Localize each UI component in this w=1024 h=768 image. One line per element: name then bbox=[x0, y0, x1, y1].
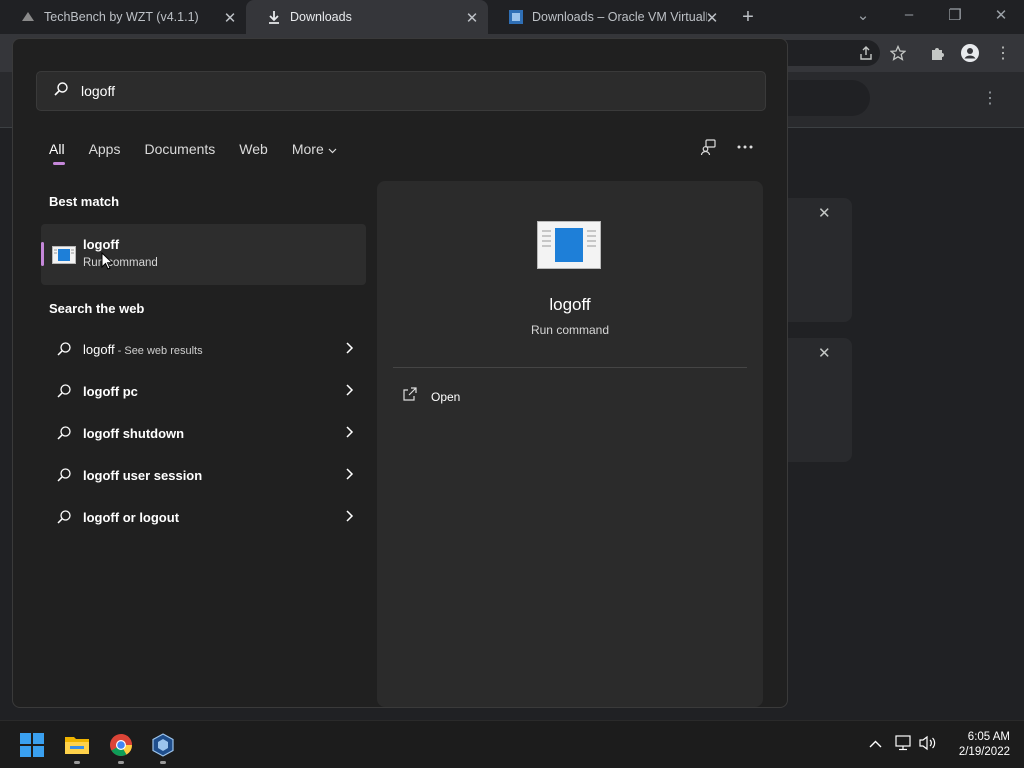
running-indicator bbox=[160, 761, 166, 764]
virtualbox-favicon-icon bbox=[508, 9, 524, 25]
extensions-puzzle-icon[interactable] bbox=[929, 44, 947, 62]
search-icon bbox=[56, 509, 72, 530]
run-command-app-icon bbox=[52, 246, 76, 264]
downloads-menu-icon[interactable]: ⋮ bbox=[982, 88, 998, 108]
result-preview-pane: logoff Run command Open bbox=[377, 181, 763, 707]
web-result-query: logoff user session bbox=[83, 467, 203, 483]
tab-title: TechBench by WZT (v4.1.1) bbox=[44, 10, 199, 24]
web-result-text: logoff - See web results bbox=[83, 342, 203, 357]
search-icon bbox=[56, 383, 72, 404]
chevron-down-icon bbox=[328, 141, 337, 157]
taskbar-clock[interactable]: 6:05 AM 2/19/2022 bbox=[944, 730, 1010, 760]
chevron-right-icon bbox=[344, 509, 354, 528]
network-icon[interactable] bbox=[894, 735, 912, 756]
close-window-button[interactable]: ✕ bbox=[990, 6, 1012, 24]
search-input[interactable]: logoff bbox=[36, 71, 766, 111]
tab-more[interactable]: More bbox=[292, 137, 337, 161]
close-tab-icon[interactable]: ✕ bbox=[464, 9, 480, 27]
web-result-row[interactable]: logoff pc bbox=[41, 371, 366, 411]
open-external-icon bbox=[403, 387, 417, 406]
remove-download-icon[interactable]: ✕ bbox=[818, 344, 831, 362]
best-match-name: logoff bbox=[83, 237, 120, 252]
browser-menu-icon[interactable]: ⋮ bbox=[994, 44, 1012, 62]
browser-tabstrip: TechBench by WZT (v4.1.1) ✕ Downloads ✕ … bbox=[0, 0, 1024, 34]
search-query-text[interactable]: logoff bbox=[81, 83, 115, 99]
search-icon bbox=[56, 425, 72, 446]
chevron-right-icon bbox=[344, 383, 354, 402]
tab-title: Downloads – Oracle VM VirtualBox bbox=[532, 10, 707, 24]
preview-subtitle: Run command bbox=[530, 323, 610, 337]
search-icon bbox=[56, 341, 72, 362]
best-match-type: Run command bbox=[83, 257, 158, 269]
chevron-right-icon bbox=[344, 425, 354, 444]
chevron-right-icon bbox=[344, 341, 354, 360]
taskbar: 6:05 AM 2/19/2022 bbox=[0, 720, 1024, 768]
remove-download-icon[interactable]: ✕ bbox=[818, 204, 831, 222]
download-item-card: ✕ bbox=[788, 198, 852, 322]
selection-indicator bbox=[41, 242, 44, 266]
tab-all[interactable]: All bbox=[49, 137, 65, 165]
preview-title: logoff bbox=[549, 295, 591, 314]
best-match-result[interactable]: logoff Run command bbox=[41, 224, 366, 285]
volume-icon[interactable] bbox=[919, 735, 937, 756]
search-icon bbox=[53, 81, 69, 102]
web-result-row[interactable]: logoff or logout bbox=[41, 497, 366, 537]
search-filter-tabs: All Apps Documents Web More bbox=[49, 137, 361, 165]
preview-divider bbox=[393, 367, 747, 368]
techbench-favicon-icon bbox=[20, 9, 36, 25]
close-tab-icon[interactable]: ✕ bbox=[222, 9, 238, 27]
profile-avatar-icon[interactable] bbox=[961, 44, 979, 62]
run-command-large-icon bbox=[537, 221, 601, 269]
browser-tab-techbench[interactable]: TechBench by WZT (v4.1.1) ✕ bbox=[0, 0, 246, 34]
browser-tab-downloads[interactable]: Downloads ✕ bbox=[246, 0, 488, 34]
more-options-icon[interactable] bbox=[733, 135, 757, 159]
web-result-row[interactable]: logoff user session bbox=[41, 455, 366, 495]
web-result-query: logoff or logout bbox=[83, 509, 180, 525]
best-match-heading: Best match bbox=[49, 194, 120, 209]
close-tab-icon[interactable]: ✕ bbox=[704, 9, 720, 27]
web-result-row[interactable]: logoff - See web results bbox=[41, 329, 366, 369]
clock-date: 2/19/2022 bbox=[958, 746, 1010, 758]
web-result-row[interactable]: logoff shutdown bbox=[41, 413, 366, 453]
running-indicator bbox=[118, 761, 124, 764]
start-search-flyout: logoff All Apps Documents Web More Best … bbox=[12, 38, 788, 708]
tab-documents[interactable]: Documents bbox=[144, 137, 215, 161]
share-icon[interactable] bbox=[857, 44, 875, 62]
tab-title: Downloads bbox=[290, 10, 352, 24]
tab-search-button[interactable]: ⌄ bbox=[852, 6, 874, 24]
search-icon bbox=[56, 467, 72, 488]
search-the-web-heading: Search the web bbox=[49, 301, 145, 316]
web-result-query: logoff pc bbox=[83, 383, 138, 399]
start-icon[interactable] bbox=[18, 731, 46, 759]
mouse-pointer-icon bbox=[101, 251, 114, 275]
file-explorer-icon[interactable] bbox=[63, 731, 91, 759]
web-result-suffix: - See web results bbox=[114, 344, 203, 357]
open-action-label: Open bbox=[431, 389, 461, 404]
download-icon bbox=[266, 9, 282, 25]
web-result-query: logoff shutdown bbox=[83, 425, 185, 441]
open-action-button[interactable]: Open bbox=[403, 387, 460, 406]
tab-apps[interactable]: Apps bbox=[89, 137, 121, 161]
tab-more-label: More bbox=[291, 141, 324, 157]
virtualbox-icon[interactable] bbox=[149, 731, 177, 759]
web-result-query: logoff bbox=[83, 341, 115, 357]
chevron-right-icon bbox=[344, 467, 354, 486]
running-indicator bbox=[74, 761, 80, 764]
bookmark-star-icon[interactable] bbox=[889, 44, 907, 62]
restore-button[interactable]: ❐ bbox=[944, 6, 966, 24]
clock-time: 6:05 AM bbox=[967, 731, 1010, 743]
minimize-button[interactable]: – bbox=[898, 6, 920, 23]
tab-web[interactable]: Web bbox=[239, 137, 268, 161]
browser-tab-virtualbox[interactable]: Downloads – Oracle VM VirtualBox ✕ bbox=[488, 0, 728, 34]
chevron-up-icon[interactable] bbox=[869, 736, 882, 754]
share-results-icon[interactable] bbox=[697, 135, 721, 159]
chrome-icon[interactable] bbox=[107, 731, 135, 759]
new-tab-button[interactable]: + bbox=[737, 6, 759, 29]
download-item-card: ✕ bbox=[788, 338, 852, 462]
